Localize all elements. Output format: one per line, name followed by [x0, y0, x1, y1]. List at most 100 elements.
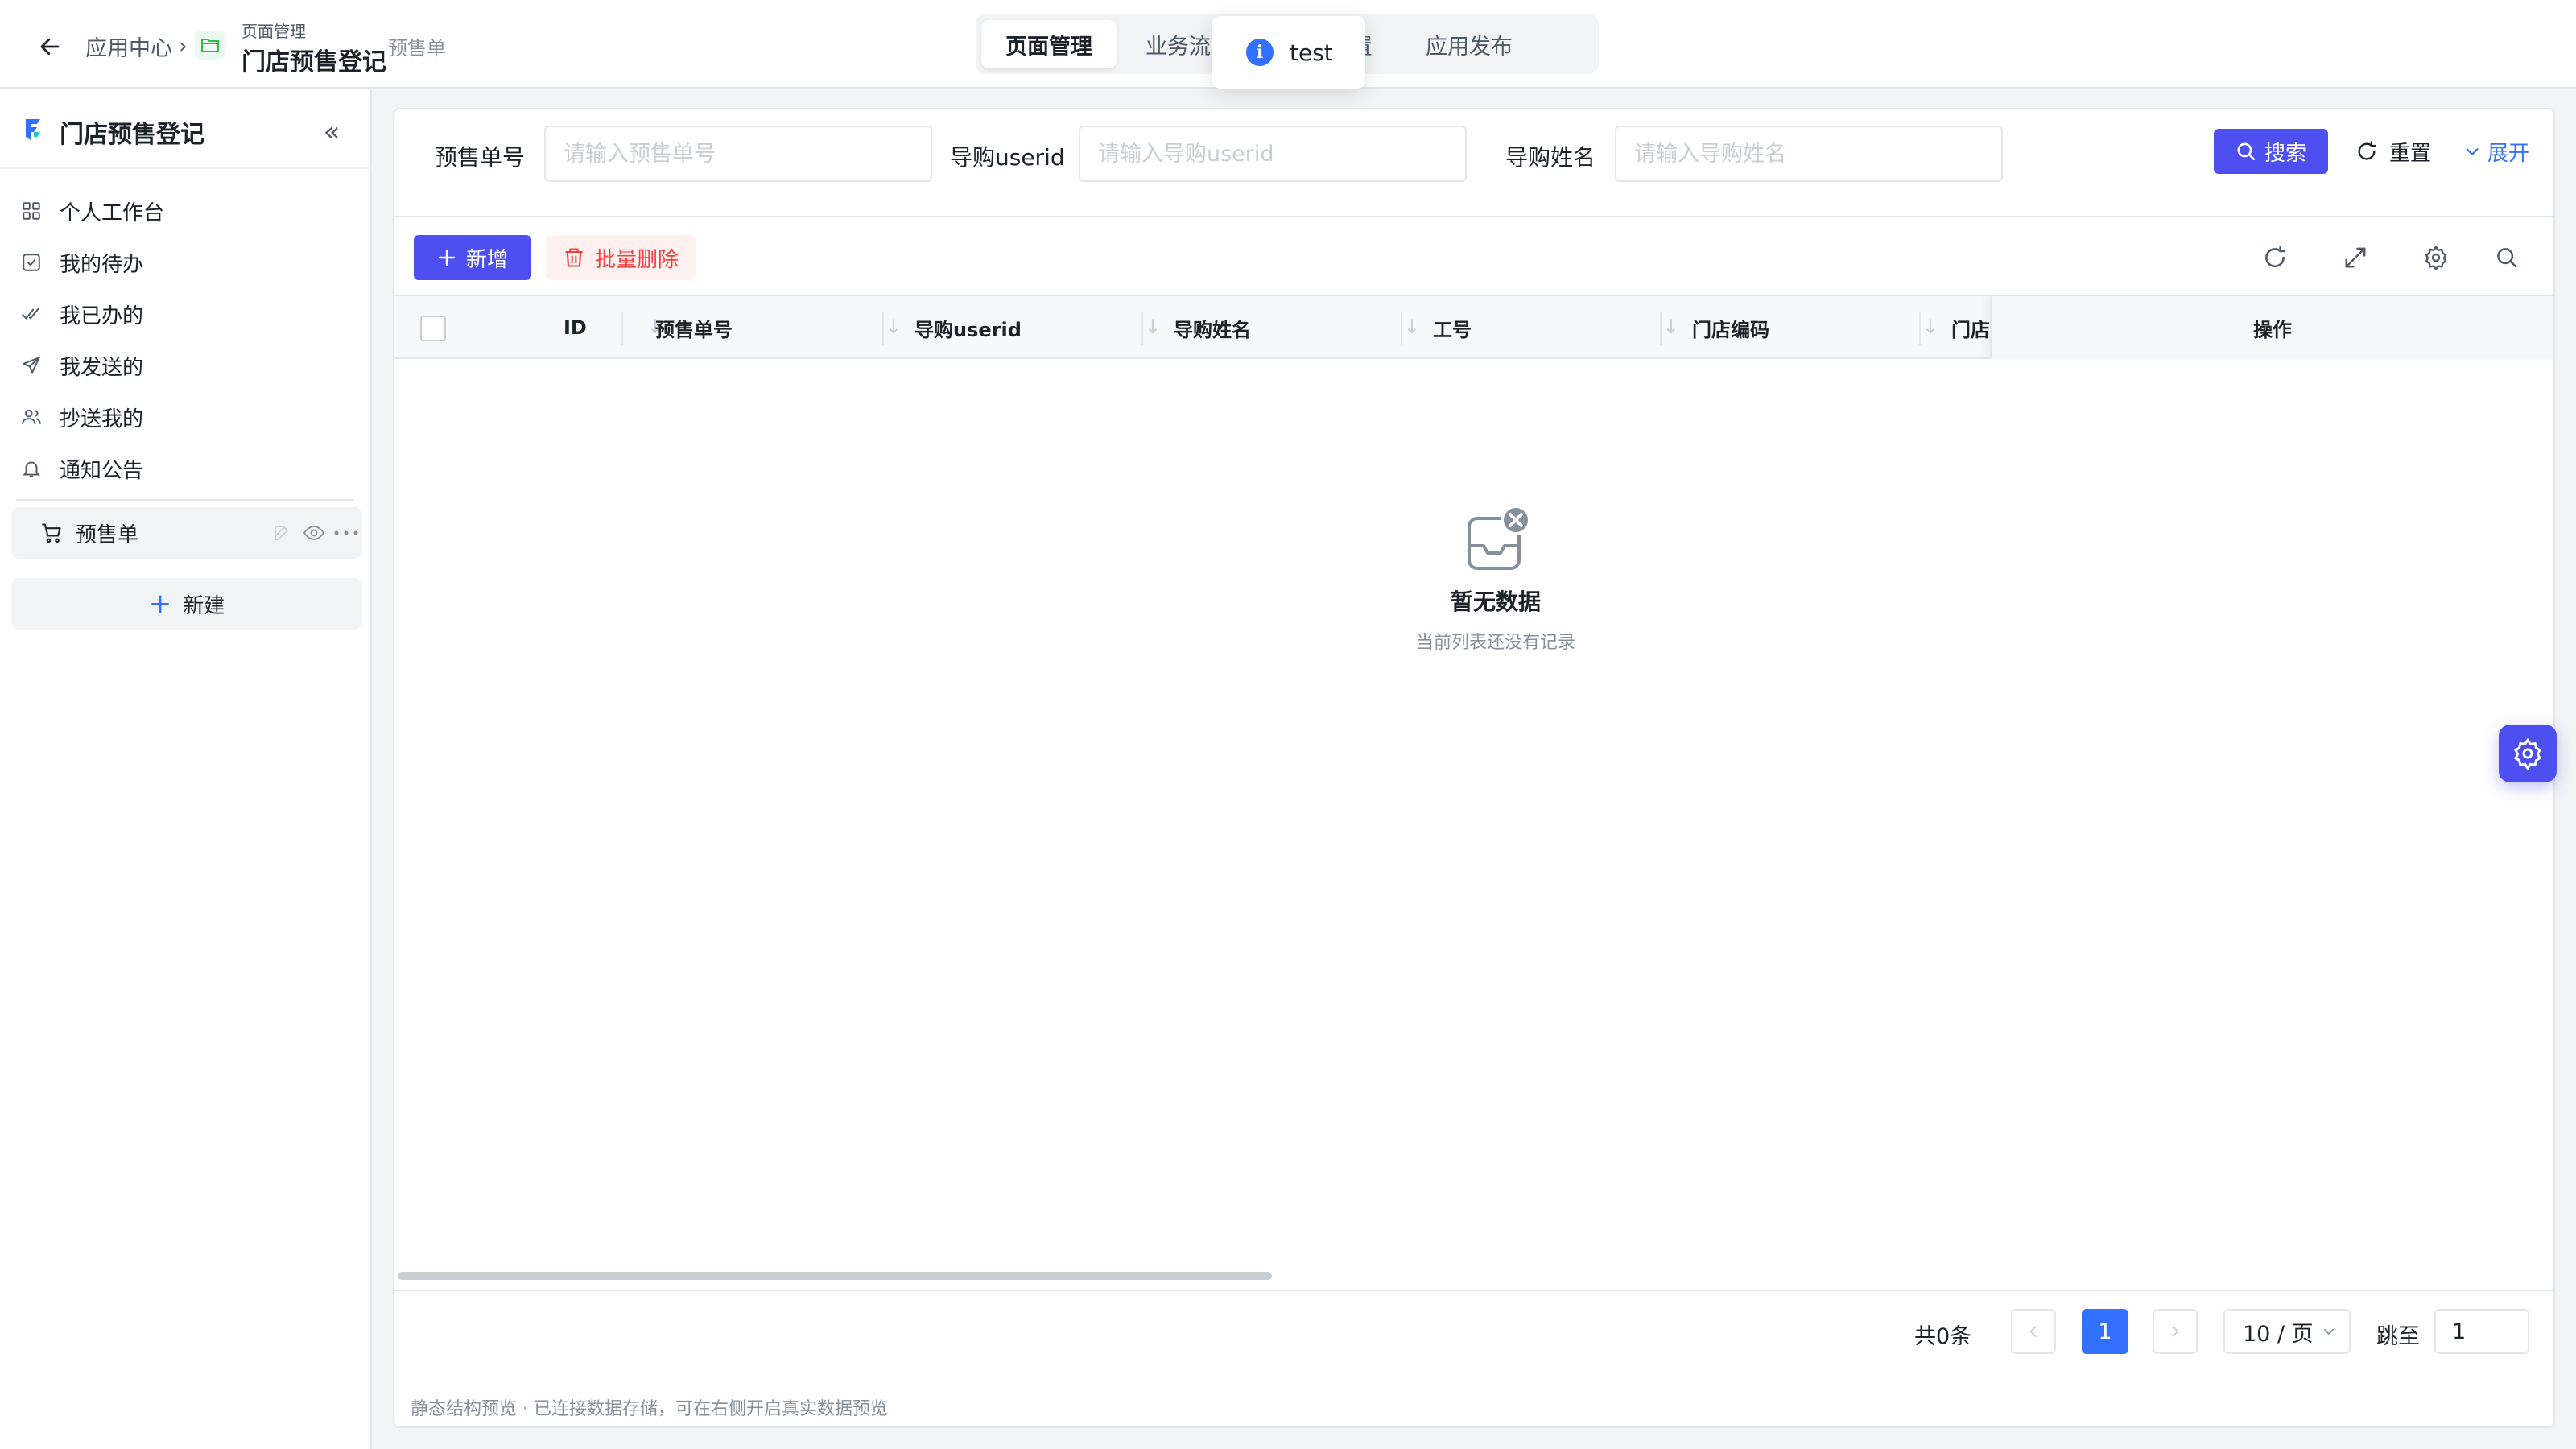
chevron-right-icon	[2172, 1326, 2179, 1337]
prev-page-button[interactable]	[2011, 1309, 2056, 1354]
batch-delete-label: 批量删除	[594, 247, 679, 272]
folder-icon	[195, 31, 225, 60]
sidebar-page-presale[interactable]: 预售单	[11, 507, 362, 559]
search-button[interactable]: 搜索	[2214, 129, 2328, 174]
chevron-down-icon	[2322, 1324, 2336, 1339]
sidebar-item-workbench[interactable]: 个人工作台	[0, 185, 370, 237]
table-toolbar: 新增 批量删除	[394, 217, 2553, 295]
eye-icon[interactable]	[298, 517, 330, 549]
bell-icon	[19, 456, 43, 481]
column-header-employee-no[interactable]: 工号 ↓	[1433, 296, 1692, 359]
sidebar-divider	[16, 499, 354, 501]
filter-label-order-no: 预售单号	[435, 144, 526, 171]
breadcrumb-separator: ›	[179, 34, 188, 59]
column-header-store[interactable]: 门店	[1951, 296, 1990, 359]
column-separator	[1919, 312, 1921, 345]
new-page-button[interactable]: + 新建	[11, 578, 362, 630]
column-separator	[882, 312, 884, 345]
search-icon	[2235, 141, 2256, 162]
select-all-checkbox[interactable]	[420, 316, 446, 341]
column-separator	[1141, 312, 1143, 345]
expand-label: 展开	[2487, 141, 2530, 166]
gear-icon	[2512, 737, 2544, 770]
jump-page-input[interactable]	[2434, 1309, 2529, 1354]
tab-app-publish[interactable]: 应用发布	[1402, 20, 1537, 68]
reload-icon[interactable]	[2257, 240, 2293, 275]
column-separator	[621, 312, 623, 345]
add-button[interactable]: 新增	[414, 235, 531, 280]
filter-bar: 预售单号 导购userid 导购姓名 搜索 重置 展开	[394, 109, 2553, 217]
sidebar-item-done[interactable]: 我已办的	[0, 288, 370, 340]
chevron-left-icon	[2029, 1326, 2037, 1337]
top-header: 应用中心 › 页面管理 门店预售登记 预售单 页面管理 业务流程 应用设置 应用…	[0, 0, 2576, 89]
empty-state: 暂无数据 当前列表还没有记录	[1375, 504, 1616, 654]
edit-icon[interactable]	[266, 517, 298, 549]
batch-delete-button[interactable]: 批量删除	[546, 235, 696, 280]
send-icon	[19, 353, 43, 378]
back-arrow-icon[interactable]	[32, 29, 68, 64]
pagination-footer: 共0条 1 10 / 页 跳至 静态结构预览 · 已连接数据存储，可在右侧开启真…	[394, 1290, 2553, 1426]
sidebar-item-label: 我已办的	[60, 303, 144, 328]
userid-input[interactable]	[1079, 126, 1467, 182]
sort-arrow-icon: ↓	[1403, 316, 1420, 338]
floating-settings-button[interactable]	[2499, 724, 2557, 782]
info-icon: i	[1246, 39, 1274, 66]
preview-note: 静态结构预览 · 已连接数据存储，可在右侧开启真实数据预览	[411, 1399, 888, 1419]
filter-label-guide-name: 导购姓名	[1505, 144, 1596, 171]
sidebar-item-label: 抄送我的	[60, 407, 144, 431]
breadcrumb-app-center[interactable]: 应用中心	[85, 31, 172, 62]
horizontal-scrollbar[interactable]	[398, 1272, 1272, 1280]
double-check-icon	[19, 302, 43, 326]
group-label: 页面管理	[242, 22, 306, 41]
fullscreen-icon[interactable]	[2338, 240, 2373, 275]
plus-icon: +	[148, 588, 172, 620]
breadcrumb: 应用中心 ›	[85, 31, 188, 62]
page-number-button[interactable]: 1	[2082, 1309, 2128, 1354]
column-header-guide-name[interactable]: 导购姓名 ↓	[1174, 296, 1433, 359]
column-header-store-code[interactable]: 门店编码 ↓	[1692, 296, 1951, 359]
sidebar-item-sent[interactable]: 我发送的	[0, 340, 370, 391]
toast-message: i test	[1212, 16, 1365, 89]
main-panel: 预售单号 导购userid 导购姓名 搜索 重置 展开 新增 批量删除	[393, 108, 2555, 1428]
sort-arrow-icon: ↓	[1144, 316, 1161, 338]
reset-button[interactable]: 重置	[2355, 129, 2431, 174]
checkbox-icon	[19, 250, 43, 275]
app-logo-icon	[19, 116, 47, 143]
page-label: 预售单	[76, 522, 139, 547]
sort-arrow-icon: ↓	[1662, 316, 1679, 338]
new-page-label: 新建	[183, 593, 225, 618]
sidebar-nav: 个人工作台 我的待办 我已办的 我发送的 抄送我的 通知公告	[0, 185, 370, 494]
tab-page-management[interactable]: 页面管理	[981, 20, 1117, 68]
total-count: 共0条	[1914, 1324, 1972, 1349]
empty-description: 当前列表还没有记录	[1415, 633, 1575, 653]
page-size-select[interactable]: 10 / 页	[2223, 1309, 2351, 1354]
sidebar-item-label: 我的待办	[60, 252, 144, 277]
filter-label-userid: 导购userid	[950, 144, 1065, 171]
expand-button[interactable]: 展开	[2463, 129, 2529, 174]
page-size-value: 10 / 页	[2243, 1321, 2314, 1347]
sidebar-item-todo[interactable]: 我的待办	[0, 237, 370, 288]
cart-icon	[40, 522, 63, 544]
chevron-down-icon	[2463, 142, 2481, 160]
more-icon[interactable]	[330, 517, 362, 549]
guide-name-input[interactable]	[1615, 126, 2003, 182]
sidebar-item-notice[interactable]: 通知公告	[0, 443, 370, 494]
sort-arrow-icon: ↓	[1922, 316, 1938, 338]
column-header-userid[interactable]: 导购userid ↓	[914, 296, 1174, 359]
sidebar-item-cc[interactable]: 抄送我的	[0, 391, 370, 443]
sidebar-item-label: 我发送的	[60, 355, 144, 380]
empty-title: 暂无数据	[1450, 588, 1541, 615]
column-header-order-no[interactable]: 预售单号 ↓	[655, 296, 914, 359]
next-page-button[interactable]	[2153, 1309, 2198, 1354]
table-search-icon[interactable]	[2489, 240, 2524, 275]
toast-text: test	[1290, 39, 1333, 66]
column-settings-icon[interactable]	[2418, 240, 2454, 275]
collapse-sidebar-icon[interactable]: «	[316, 116, 348, 148]
column-separator	[1660, 312, 1662, 345]
refresh-icon	[2355, 140, 2378, 163]
sidebar-item-label: 个人工作台	[60, 200, 165, 225]
order-no-input[interactable]	[544, 126, 932, 182]
empty-inbox-icon	[1459, 504, 1532, 576]
plus-icon	[437, 248, 456, 267]
app-title: 门店预售登记	[242, 48, 386, 76]
